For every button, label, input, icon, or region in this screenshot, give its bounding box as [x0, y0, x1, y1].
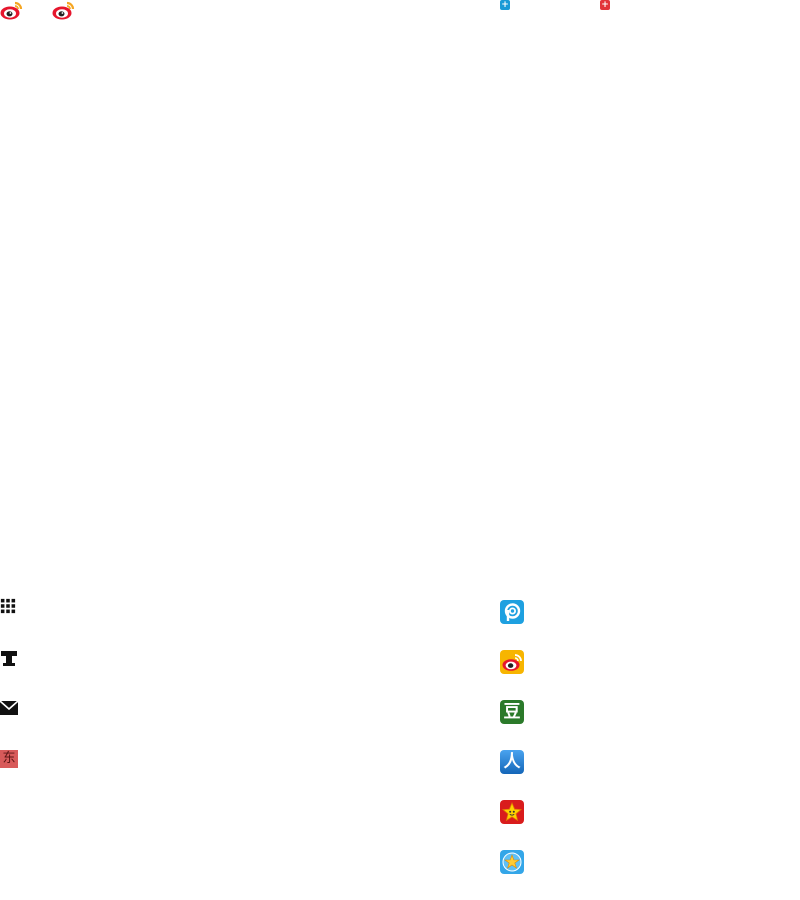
weibo-logo-icon[interactable] [52, 0, 76, 20]
douban-app-icon[interactable]: 豆 [500, 700, 524, 724]
kaixin-app-icon[interactable] [500, 800, 524, 824]
mail-icon[interactable] [0, 700, 19, 718]
weibo-logo-icon[interactable] [0, 0, 24, 20]
dong-icon[interactable]: 东 [0, 750, 18, 768]
douban-character: 豆 [503, 702, 521, 722]
weibo-app-icon[interactable] [500, 650, 524, 674]
blue-plus-icon[interactable]: + [500, 0, 510, 10]
dong-character: 东 [2, 751, 16, 766]
grid-icon[interactable] [0, 598, 18, 616]
text-icon[interactable] [0, 649, 18, 667]
pengyou-app-icon[interactable] [500, 600, 524, 624]
renren-character: 人 [503, 752, 521, 772]
qzone-app-icon[interactable] [500, 850, 524, 874]
red-plus-icon[interactable]: + [600, 0, 610, 10]
renren-app-icon[interactable]: 人 [500, 750, 524, 774]
